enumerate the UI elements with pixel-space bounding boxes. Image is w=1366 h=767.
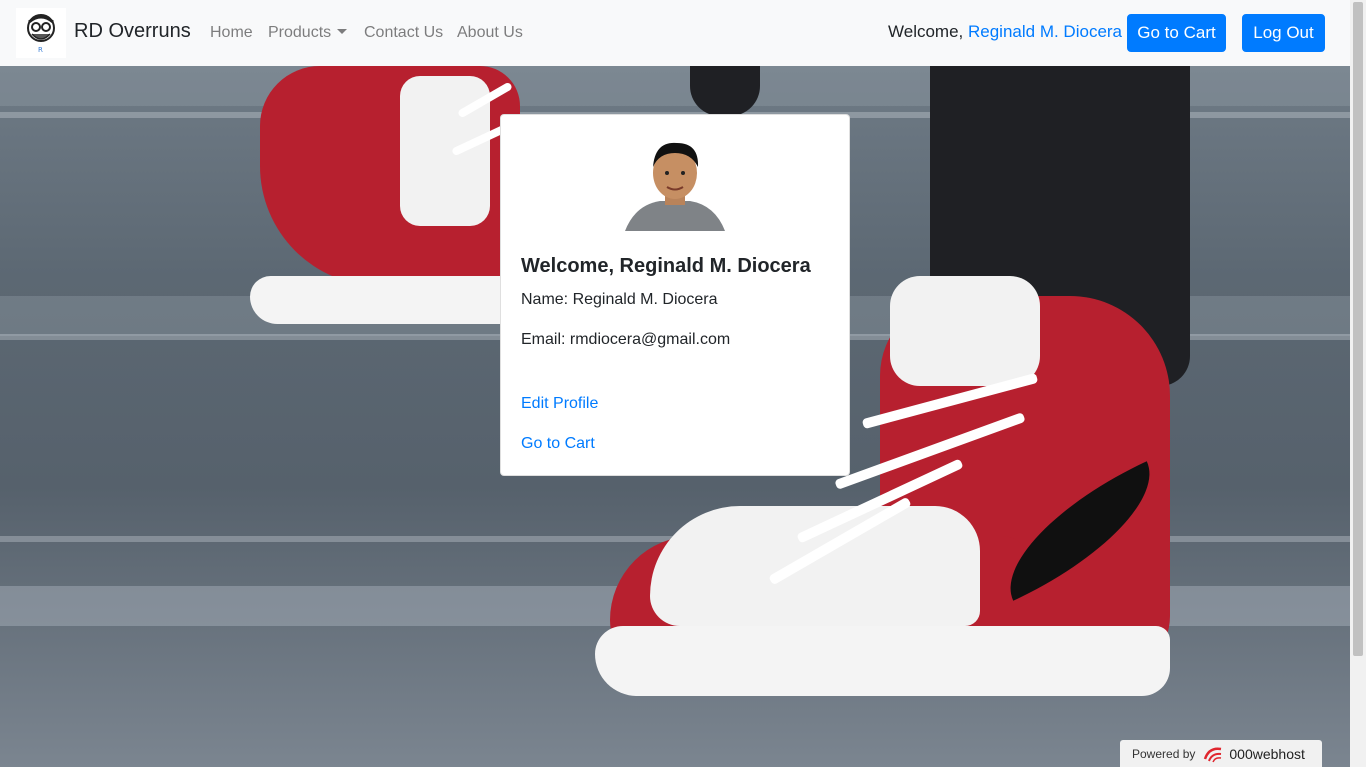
brand-name[interactable]: RD Overruns: [74, 20, 191, 43]
nav-about[interactable]: About Us: [457, 24, 523, 42]
right-sneaker-collar: [890, 276, 1040, 386]
card-go-to-cart-link[interactable]: Go to Cart: [521, 435, 595, 453]
profile-card: Welcome, Reginald M. Diocera Name: Regin…: [500, 114, 850, 476]
profile-email-text: Email: rmdiocera@gmail.com: [521, 331, 731, 348]
caret-down-icon: [337, 29, 348, 34]
top-navbar: R RD Overruns Home Products Contact Us A…: [0, 0, 1350, 66]
user-name-link[interactable]: Reginald M. Diocera: [968, 22, 1122, 41]
webhost-logo-icon: [1204, 746, 1222, 762]
nav-products-label: Products: [268, 24, 332, 41]
left-pant-leg: [690, 66, 760, 116]
profile-name-text: Name: Reginald M. Diocera: [521, 291, 718, 308]
powered-by-badge[interactable]: Powered by 000webhost: [1120, 740, 1322, 767]
edit-profile-link[interactable]: Edit Profile: [521, 395, 598, 413]
nav-contact[interactable]: Contact Us: [364, 24, 443, 42]
scrollbar-thumb[interactable]: [1353, 2, 1363, 656]
powered-by-text: Powered by: [1132, 746, 1196, 761]
left-sneaker-sole: [250, 276, 520, 324]
profile-avatar: [625, 135, 725, 231]
welcome-message: Welcome, Reginald M. Diocera: [888, 22, 1122, 42]
webhost-brand-text: 000webhost: [1229, 745, 1305, 762]
page-scrollbar[interactable]: [1350, 0, 1366, 767]
welcome-prefix: Welcome,: [888, 22, 964, 41]
nav-home[interactable]: Home: [210, 24, 253, 42]
right-sneaker-sole: [595, 626, 1170, 696]
go-to-cart-button[interactable]: Go to Cart: [1127, 14, 1226, 52]
right-sneaker-toebox: [650, 506, 980, 626]
nav-products-dropdown[interactable]: Products: [268, 24, 348, 42]
card-title: Welcome, Reginald M. Diocera: [521, 255, 811, 277]
log-out-button[interactable]: Log Out: [1242, 14, 1325, 52]
brand-logo-icon[interactable]: R: [16, 8, 66, 58]
svg-text:R: R: [38, 46, 43, 54]
left-sneaker-panel: [400, 76, 490, 226]
